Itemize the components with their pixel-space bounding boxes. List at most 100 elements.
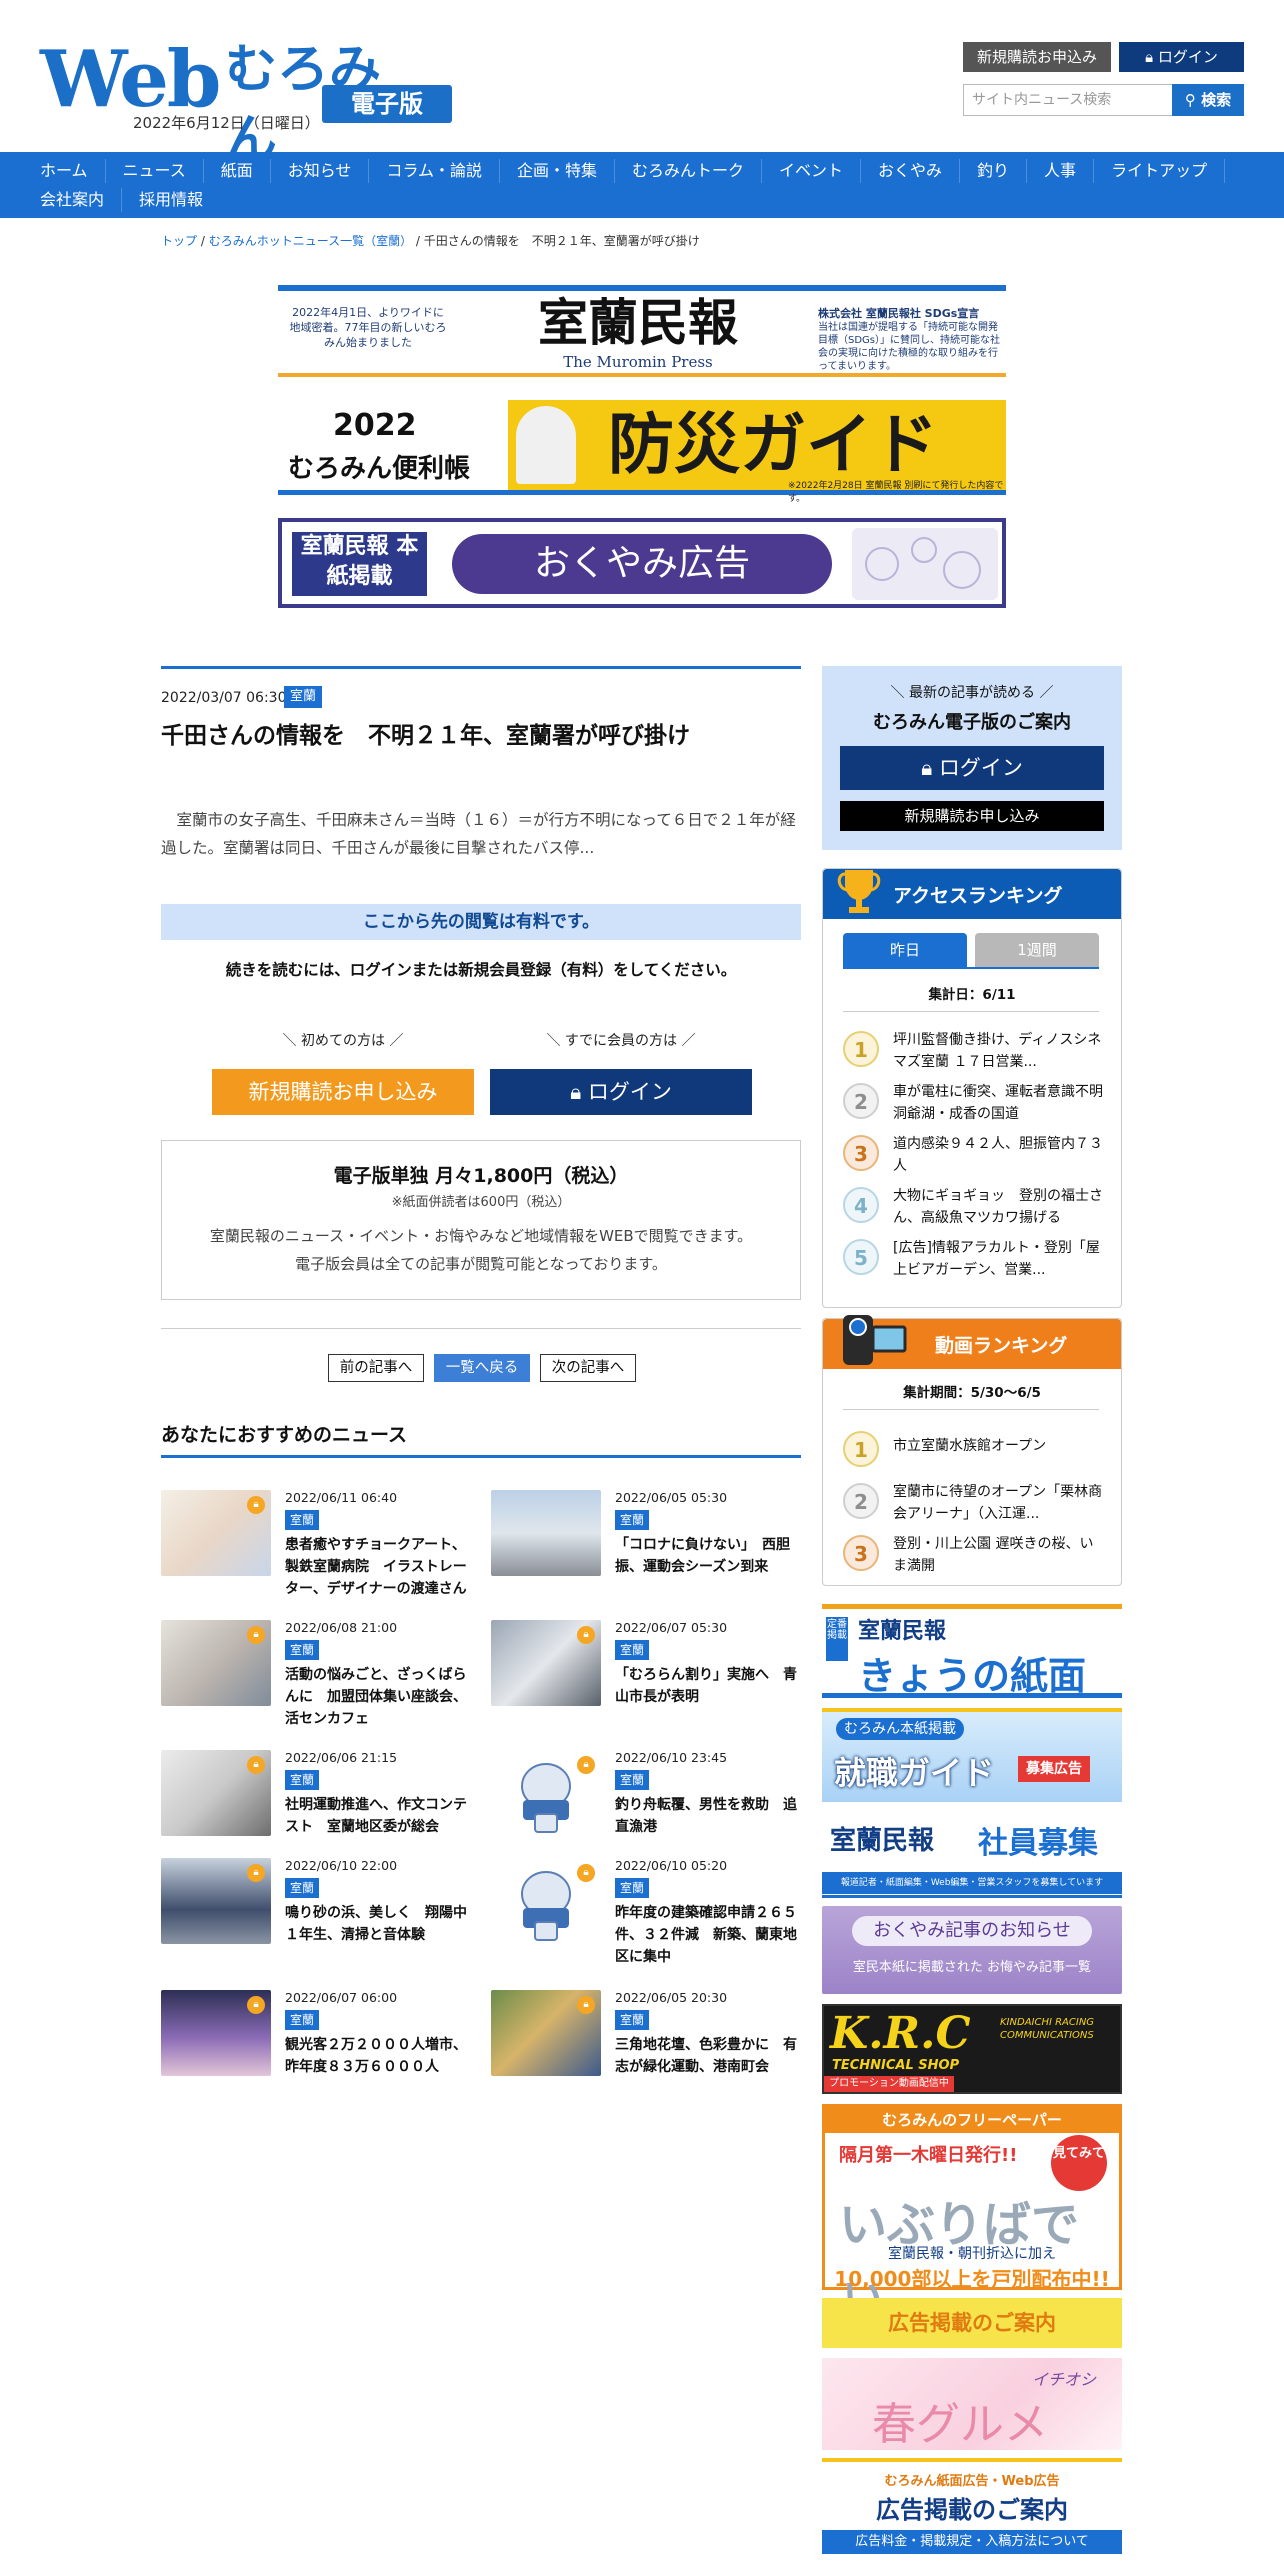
recommend-item[interactable]: 🔒︎ 2022/06/07 06:00 室蘭 観光客２万２０００人増市、昨年度８… bbox=[161, 1990, 481, 2090]
muromin-banner-title: 室蘭民報 bbox=[538, 293, 738, 352]
iburi-body-banner[interactable]: むろみんのフリーペーパー 隔月第一木曜日発行!! 見てみて いぶりばでぃ 室蘭民… bbox=[822, 2104, 1122, 2323]
recommend-headline: 三角地花壇、色彩豊かに 有志が緑化運動、港南町会 bbox=[615, 2037, 797, 2075]
shain-boshu-banner[interactable]: 室蘭民報 社員募集 報道記者・紙面編集・Web編集・営業スタッフを募集しています bbox=[822, 1812, 1122, 1898]
logo-denshi-badge: 電子版 bbox=[322, 85, 452, 123]
recommend-date: 2022/06/10 23:45 bbox=[615, 1750, 728, 1765]
video-ranking-period: 集計期間：5/30〜6/5 bbox=[903, 1385, 1041, 1401]
recommend-thumbnail: 🔒︎ bbox=[491, 1750, 601, 1836]
krc-banner-title: K.R.C bbox=[830, 2008, 971, 2059]
video-ranking-item[interactable]: 1 市立室蘭水族館オープン bbox=[843, 1427, 1103, 1479]
helmet-figure-icon bbox=[516, 406, 576, 484]
recommend-date: 2022/06/10 22:00 bbox=[285, 1858, 398, 1873]
header-signup-button[interactable]: 新規購読お申込み bbox=[963, 42, 1111, 72]
krc-technical-shop-banner[interactable]: K.R.C TECHNICAL SHOP KINDAICHI RACING CO… bbox=[822, 2004, 1122, 2094]
spring-banner-tag: イチオシ bbox=[1032, 2370, 1097, 2389]
nav-item-news[interactable]: ニュース bbox=[106, 159, 204, 183]
recommend-item[interactable]: 🔒︎ 2022/06/07 05:30 室蘭 「むろらん割り」実施へ 青山市長が… bbox=[491, 1620, 811, 1720]
ad-info-banner-title: 広告掲載のご案内 bbox=[888, 2311, 1056, 2335]
ad-info-banner[interactable]: 広告掲載のご案内 bbox=[822, 2298, 1122, 2348]
recommend-thumbnail: 🔒︎ bbox=[161, 1620, 271, 1706]
nav-item-lightup[interactable]: ライトアップ bbox=[1094, 159, 1226, 183]
header-login-button[interactable]: 🔒︎ ログイン bbox=[1119, 42, 1244, 72]
tab-yesterday[interactable]: 昨日 bbox=[843, 933, 967, 967]
recommend-divider bbox=[161, 1455, 801, 1458]
sidebar-login-label: ログイン bbox=[938, 756, 1023, 780]
nav-item-feature[interactable]: 企画・特集 bbox=[500, 159, 615, 183]
recommend-item[interactable]: 🔒︎ 2022/06/10 22:00 室蘭 鳴り砂の浜、美しく 翔陽中１年生、… bbox=[161, 1858, 481, 1958]
global-nav: ホーム ニュース 紙面 お知らせ コラム・論説 企画・特集 むろみんトーク イベ… bbox=[0, 152, 1284, 218]
video-ranking-item[interactable]: 2 室蘭市に待望のオープン「栗林商会アリーナ」（入江運... bbox=[843, 1479, 1103, 1531]
recommend-date: 2022/06/10 05:20 bbox=[615, 1858, 728, 1873]
nav-item-column[interactable]: コラム・論説 bbox=[369, 159, 500, 183]
video-ranking-item[interactable]: 3 登別・川上公園 遅咲きの桜、いま満開 bbox=[843, 1531, 1103, 1583]
signup-button[interactable]: 新規購読お申し込み bbox=[212, 1069, 474, 1115]
nav-item-event[interactable]: イベント bbox=[762, 159, 862, 183]
shushoku-guide-banner[interactable]: むろみん本紙掲載 就職ガイド 募集広告 bbox=[822, 1708, 1122, 1802]
tab-week[interactable]: 1週間 bbox=[975, 933, 1099, 967]
recommend-headline: 観光客２万２０００人増市、昨年度８３万６０００人 bbox=[285, 2037, 467, 2075]
lock-icon: 🔒︎ bbox=[577, 1756, 595, 1774]
ranking-item[interactable]: 1 坪川監督働き掛け、ディノスシネマズ室蘭 １７日営業... bbox=[843, 1027, 1103, 1079]
nav-item-paper[interactable]: 紙面 bbox=[204, 159, 271, 183]
bousai-banner-benricho: むろみん便利帳 bbox=[288, 454, 471, 484]
login-button[interactable]: 🔒︎ ログイン bbox=[490, 1069, 752, 1115]
access-ranking-header: アクセスランキング bbox=[823, 869, 1121, 919]
recommend-headline: 釣り舟転覆、男性を救助 追直漁港 bbox=[615, 1797, 797, 1835]
recommend-date: 2022/06/08 21:00 bbox=[285, 1620, 398, 1635]
prev-article-button[interactable]: 前の記事へ bbox=[328, 1354, 424, 1382]
back-to-list-button[interactable]: 一覧へ戻る bbox=[434, 1354, 530, 1382]
video-ranking-box: 動画ランキング 集計期間：5/30〜6/5 1 市立室蘭水族館オープン 2 室蘭… bbox=[822, 1315, 1122, 1586]
ranking-item[interactable]: 2 車が電柱に衝突、運転者意識不明 洞爺湖・成香の国道 bbox=[843, 1079, 1117, 1131]
nav-item-notice[interactable]: お知らせ bbox=[271, 159, 370, 183]
recommend-category: 室蘭 bbox=[285, 1878, 320, 1898]
search-button[interactable]: ⚲ 検索 bbox=[1172, 84, 1244, 116]
kyou-no-shimen-banner[interactable]: 定番掲載 室蘭民報 きょうの紙面 bbox=[822, 1604, 1122, 1698]
recommend-item[interactable]: 🔒︎ 2022/06/10 05:20 室蘭 昨年度の建築確認申請２６５件、３２… bbox=[491, 1858, 811, 1965]
bousai-guide-banner[interactable]: 2022 むろみん便利帳 防災ガイド ※2022年2月28日 室蘭民報 別刷にて… bbox=[278, 400, 1006, 504]
spring-gourmet-banner[interactable]: イチオシ 春グルメ bbox=[822, 2358, 1122, 2450]
recommend-item[interactable]: 🔒︎ 2022/06/06 21:15 室蘭 社明運動推進へ、作文コンテスト 室… bbox=[161, 1750, 481, 1850]
sidebar-signup-button[interactable]: 新規購読お申し込み bbox=[840, 801, 1104, 831]
shushoku-banner-title: 就職ガイド bbox=[834, 1754, 995, 1792]
okuyami-ad-banner[interactable]: 室蘭民報 本紙掲載 おくやみ広告 bbox=[278, 518, 1006, 608]
breadcrumb-list[interactable]: むろみんホットニュース一覧（室蘭） bbox=[209, 234, 412, 248]
nav-item-company[interactable]: 会社案内 bbox=[22, 188, 123, 212]
video-ranking-headline: 室蘭市に待望のオープン「栗林商会アリーナ」（入江運... bbox=[893, 1484, 1103, 1522]
first-time-label: ＼ 初めての方は ／ bbox=[282, 1033, 404, 1049]
bousai-banner-year: 2022 bbox=[333, 408, 417, 443]
member-label: ＼ すでに会員の方は ／ bbox=[546, 1033, 696, 1049]
sidebar-login-button[interactable]: 🔒︎ ログイン bbox=[840, 746, 1104, 790]
recommend-item[interactable]: 2022/06/05 05:30 室蘭 「コロナに負けない」 西胆振、運動会シー… bbox=[491, 1490, 811, 1590]
ranking-item[interactable]: 5 [広告]情報アラカルト・登別「屋上ビアガーデン、営業... bbox=[843, 1235, 1103, 1287]
ranking-item[interactable]: 3 道内感染９４２人、胆振管内７３人 bbox=[843, 1131, 1103, 1183]
recommend-item[interactable]: 🔒︎ 2022/06/11 06:40 室蘭 患者癒やすチョークアート、製鉄室蘭… bbox=[161, 1490, 481, 1597]
search-icon: ⚲ bbox=[1184, 91, 1202, 109]
article-category-badge[interactable]: 室蘭 bbox=[284, 686, 323, 708]
nav-item-home[interactable]: ホーム bbox=[22, 159, 106, 183]
ranking-item[interactable]: 4 大物にギョギョッ 登別の福士さん、高級魚マツカワ揚げる bbox=[843, 1183, 1103, 1235]
okuyami-kiji-banner[interactable]: おくやみ記事のお知らせ 室民本紙に掲載された お悔やみ記事一覧 bbox=[822, 1906, 1122, 1994]
shushoku-banner-tag: むろみん本紙掲載 bbox=[836, 1718, 964, 1740]
site-search-input[interactable]: サイト内ニュース検索 bbox=[963, 84, 1173, 116]
breadcrumb-top[interactable]: トップ bbox=[161, 234, 197, 248]
ad-info-banner-2[interactable]: むろみん紙面広告・Web広告 広告掲載のご案内 広告料金・掲載規定・入稿方法につ… bbox=[822, 2458, 1122, 2558]
muromin-press-banner[interactable]: 2022年4月1日、よりワイドに地域密着。77年目の新しいむろみん始まりました … bbox=[278, 285, 1006, 377]
nav-item-fishing[interactable]: 釣り bbox=[960, 159, 1028, 183]
rank-number-badge: 2 bbox=[843, 1083, 879, 1119]
login-button-label: ログイン bbox=[587, 1080, 672, 1104]
recommend-category: 室蘭 bbox=[285, 1640, 320, 1660]
nav-item-recruit[interactable]: 採用情報 bbox=[122, 188, 220, 212]
ranking-headline: 道内感染９４２人、胆振管内７３人 bbox=[893, 1136, 1103, 1174]
recommend-item[interactable]: 🔒︎ 2022/06/10 23:45 室蘭 釣り舟転覆、男性を救助 追直漁港 bbox=[491, 1750, 811, 1850]
iburi-banner-count: 10,000部以上を戸別配布中!! bbox=[834, 2267, 1110, 2291]
price-description-2: 電子版会員は全ての記事が閲覧可能となっております。 bbox=[295, 1255, 667, 1273]
next-article-button[interactable]: 次の記事へ bbox=[540, 1354, 636, 1382]
ad2-banner-sub: むろみん紙面広告・Web広告 bbox=[884, 2474, 1060, 2489]
recommend-item[interactable]: 🔒︎ 2022/06/08 21:00 室蘭 活動の悩みごと、ざっくばらんに 加… bbox=[161, 1620, 481, 1727]
recommend-item[interactable]: 🔒︎ 2022/06/05 20:30 室蘭 三角地花壇、色彩豊かに 有志が緑化… bbox=[491, 1990, 811, 2090]
sidebar-member-title: むろみん電子版のご案内 bbox=[873, 712, 1071, 733]
recommend-category: 室蘭 bbox=[615, 1878, 650, 1898]
nav-item-okuyami[interactable]: おくやみ bbox=[861, 159, 961, 183]
nav-item-personnel[interactable]: 人事 bbox=[1027, 159, 1095, 183]
nav-item-talk[interactable]: むろみんトーク bbox=[615, 159, 762, 183]
